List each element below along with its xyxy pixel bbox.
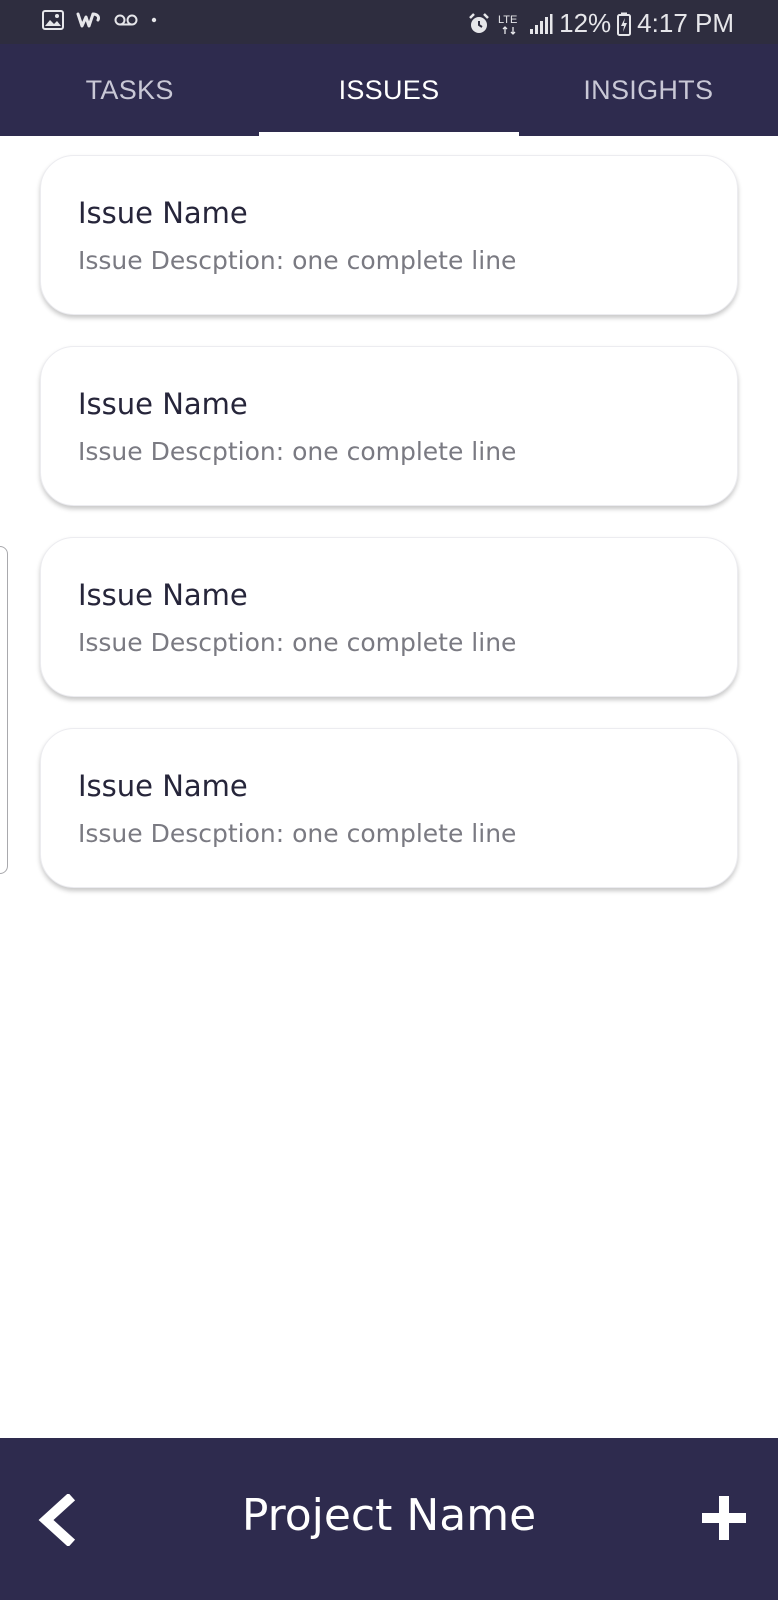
issue-card[interactable]: Issue Name Issue Descption: one complete… (40, 155, 738, 315)
status-left-icons (42, 10, 158, 30)
tab-issues[interactable]: ISSUES (259, 44, 519, 136)
add-issue-button[interactable] (700, 1494, 748, 1542)
issue-description: Issue Descption: one complete line (78, 819, 517, 848)
signal-icon (529, 13, 553, 35)
issue-description: Issue Descption: one complete line (78, 246, 517, 275)
voicemail-icon (114, 13, 138, 27)
issue-card[interactable]: Issue Name Issue Descption: one complete… (40, 728, 738, 888)
battery-charging-icon (617, 12, 632, 36)
plus-icon (702, 1496, 746, 1540)
wish-app-icon (76, 10, 102, 30)
issue-card[interactable]: Issue Name Issue Descption: one complete… (40, 346, 738, 506)
status-bar: LTE 12% 4:17 PM (0, 0, 778, 44)
dot-icon (150, 16, 158, 24)
issue-description: Issue Descption: one complete line (78, 437, 517, 466)
tab-bar: TASKS ISSUES INSIGHTS (0, 44, 778, 136)
issue-name: Issue Name (78, 196, 248, 230)
image-icon (42, 10, 64, 30)
issue-name: Issue Name (78, 769, 248, 803)
svg-text:LTE: LTE (498, 14, 517, 26)
tab-tasks[interactable]: TASKS (0, 44, 259, 136)
tab-insights[interactable]: INSIGHTS (519, 44, 778, 136)
status-right-icons: LTE 12% 4:17 PM (467, 8, 734, 39)
issue-card[interactable]: Issue Name Issue Descption: one complete… (40, 537, 738, 697)
project-title: Project Name (241, 1490, 537, 1541)
issue-name: Issue Name (78, 387, 248, 421)
lte-icon: LTE (497, 12, 523, 36)
battery-percent: 12% (559, 8, 612, 38)
side-drawer-handle[interactable] (0, 546, 8, 874)
issue-description: Issue Descption: one complete line (78, 628, 517, 657)
alarm-icon (467, 12, 491, 36)
issue-name: Issue Name (78, 578, 248, 612)
clock-time: 4:17 PM (637, 8, 734, 38)
bottom-bar: Project Name (0, 1438, 778, 1600)
